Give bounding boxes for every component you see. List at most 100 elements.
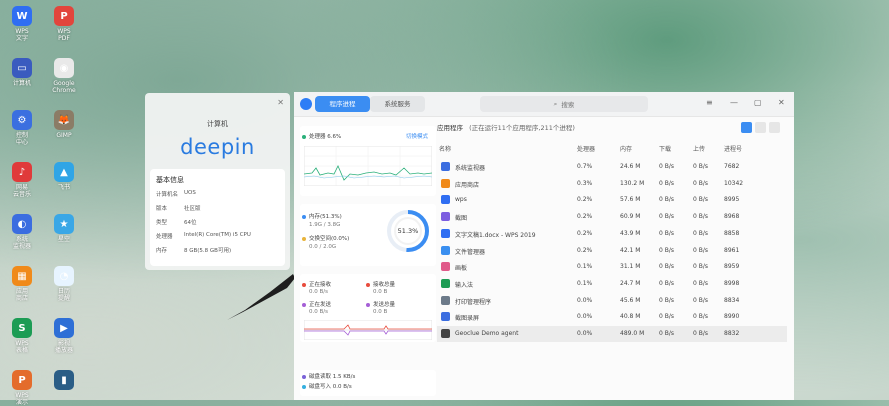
dock-app-icon[interactable]: ◐ 系统 监视器 <box>0 214 45 250</box>
cpu-panel: 处理器 6.6% 切换模式 <box>300 126 436 196</box>
maximize-icon[interactable]: ▢ <box>754 98 762 107</box>
dock-app-icon[interactable]: ▶ 影视 播放器 <box>41 318 87 354</box>
info-key: 类型 <box>156 220 168 226</box>
info-key: 处理器 <box>156 234 173 240</box>
dock-app-icon[interactable]: ▲ 飞书 <box>41 162 87 191</box>
recv-value: 0.0 B/s <box>309 289 328 295</box>
app-icon: S <box>12 318 32 338</box>
table-row[interactable]: 截图 0.2% 60.9 M 0 B/s 0 B/s 8968 <box>437 209 787 225</box>
app-icon: ◉ <box>54 58 74 78</box>
dock-app-icon[interactable]: W WPS 文字 <box>0 6 45 42</box>
process-icon <box>441 178 450 188</box>
table-row[interactable]: 应用商店 0.3% 130.2 M 0 B/s 0 B/s 10342 <box>437 176 787 192</box>
switch-mode-link[interactable]: 切换模式 <box>406 132 428 140</box>
table-row[interactable]: Geoclue Demo agent 0.0% 489.0 M 0 B/s 0 B/s 8… <box>437 326 787 342</box>
dock-app-icon[interactable]: ▭ 计算机 <box>0 58 45 87</box>
cell-cpu: 0.2% <box>577 196 593 204</box>
table-row[interactable]: 输入法 0.1% 24.7 M 0 B/s 0 B/s 8998 <box>437 276 787 292</box>
app-view-icon[interactable] <box>741 122 752 133</box>
app-label: 控制 中心 <box>15 132 28 146</box>
dock-app-icon[interactable]: ★ 星空 <box>41 214 87 243</box>
dock-app-icon[interactable]: ◔ 日历 提醒 <box>41 266 87 302</box>
dock-app-icon[interactable]: ⚙ 控制 中心 <box>0 110 45 146</box>
cell-up: 0 B/s <box>693 313 708 321</box>
cell-name: 文件管理器 <box>455 248 486 256</box>
cell-up: 0 B/s <box>693 196 708 204</box>
cpu-dot <box>302 134 306 139</box>
cell-mem: 130.2 M <box>620 179 645 187</box>
process-heading: 应用程序 (正在运行11个应用程序,211个进程) <box>437 124 575 132</box>
table-row[interactable]: 文字文稿1.docx - WPS 2019 0.2% 43.9 M 0 B/s 0 B/… <box>437 226 787 242</box>
app-label: 日历 提醒 <box>57 288 70 302</box>
cell-up: 0 B/s <box>693 179 708 187</box>
system-monitor-window: 程序进程 系统服务 ⌕ 搜索 ≡ — ▢ ✕ 处理器 6.6% 切换模式 内存(… <box>294 92 794 400</box>
app-label: WPS 文字 <box>15 28 29 42</box>
menu-icon[interactable]: ≡ <box>706 98 713 107</box>
dock-app-icon[interactable]: ▮ <box>41 370 87 392</box>
disk-panel: 磁盘读取 1.5 KB/s 磁盘写入 0.0 B/s <box>300 370 436 396</box>
app-label: 系统 监视器 <box>12 236 31 250</box>
dock-app-icon[interactable]: 🦊 GIMP <box>41 110 87 139</box>
user-view-icon[interactable] <box>755 122 766 133</box>
dock-app-icon[interactable]: S WPS 表格 <box>0 318 45 354</box>
close-icon[interactable]: ✕ <box>277 98 284 107</box>
app-icon: ▦ <box>12 266 32 286</box>
process-icon <box>441 262 450 272</box>
cell-down: 0 B/s <box>659 196 674 204</box>
minimize-icon[interactable]: — <box>730 98 738 107</box>
send-value: 0.0 B/s <box>309 309 328 315</box>
all-process-icon[interactable] <box>769 122 780 133</box>
dock-app-icon[interactable]: ▦ 应用 商店 <box>0 266 45 302</box>
app-label: GIMP <box>56 132 72 139</box>
dock-app-icon[interactable]: P WPS 演示 <box>0 370 45 406</box>
info-row: 版本 社区版 <box>156 204 279 212</box>
app-label: 星空 <box>57 236 70 243</box>
cell-name: 打印管理程序 <box>455 298 492 306</box>
table-row[interactable]: 打印管理程序 0.0% 45.6 M 0 B/s 0 B/s 8834 <box>437 293 787 309</box>
process-icon <box>441 212 450 222</box>
app-icon: ▲ <box>54 162 74 182</box>
info-value: 社区版 <box>184 206 201 212</box>
col-upload[interactable]: 上传 <box>693 144 705 153</box>
info-key: 内存 <box>156 248 168 254</box>
dock-app-icon[interactable]: ♪ 网易 云音乐 <box>0 162 45 198</box>
cell-name: 应用商店 <box>455 181 480 189</box>
process-list-panel: 应用程序 (正在运行11个应用程序,211个进程) 名称 处理器 内存 下载 上… <box>435 120 790 398</box>
col-cpu[interactable]: 处理器 <box>577 144 595 153</box>
close-icon[interactable]: ✕ <box>778 98 785 107</box>
cell-pid: 8832 <box>724 330 740 337</box>
hand-graphic <box>227 274 295 320</box>
col-name[interactable]: 名称 <box>439 144 451 153</box>
app-icon: P <box>54 6 74 26</box>
app-icon: ▶ <box>54 318 74 338</box>
dock-app-icon[interactable]: ◉ Google Chrome <box>41 58 87 94</box>
search-input[interactable]: ⌕ 搜索 <box>480 96 648 112</box>
dock-app-icon[interactable]: P WPS PDF <box>41 6 87 42</box>
total-recv-value: 0.0 B <box>373 289 388 295</box>
cell-mem: 24.6 M <box>620 163 641 170</box>
cell-name: 截图 <box>455 215 468 223</box>
process-icon <box>441 312 450 322</box>
cell-name: 截图录屏 <box>455 315 480 323</box>
cell-pid: 8858 <box>724 229 740 237</box>
cell-mem: 60.9 M <box>620 213 641 221</box>
table-row[interactable]: 截图录屏 0.0% 40.8 M 0 B/s 0 B/s 8990 <box>437 309 787 325</box>
col-pid[interactable]: 进程号 <box>724 144 742 153</box>
total-send-label: 发送总量 <box>366 300 395 308</box>
table-row[interactable]: 文件管理器 0.2% 42.1 M 0 B/s 0 B/s 8961 <box>437 243 787 259</box>
process-icon <box>441 329 450 338</box>
table-row[interactable]: 系统监视器 0.7% 24.6 M 0 B/s 0 B/s 7682 <box>437 159 787 175</box>
tab-processes[interactable]: 程序进程 <box>315 96 370 112</box>
info-value: Intel(R) Core(TM) i5 CPU <box>184 232 251 238</box>
col-memory[interactable]: 内存 <box>620 144 632 153</box>
table-row[interactable]: wps 0.2% 57.6 M 0 B/s 0 B/s 8995 <box>437 192 787 208</box>
app-label: 飞书 <box>57 184 70 191</box>
app-icon: ⚙ <box>12 110 32 130</box>
about-computer-dialog: ✕ 计算机 deepin 基本信息 计算机名 UOS 版本 社区版 类型 64位 处理… <box>145 93 290 270</box>
tab-services[interactable]: 系统服务 <box>370 96 425 112</box>
cell-cpu: 0.0% <box>577 313 593 321</box>
title-bar: 程序进程 系统服务 ⌕ 搜索 ≡ — ▢ ✕ <box>294 92 794 117</box>
table-row[interactable]: 画板 0.1% 31.1 M 0 B/s 0 B/s 8959 <box>437 259 787 275</box>
col-download[interactable]: 下载 <box>659 144 671 153</box>
cell-up: 0 B/s <box>693 279 708 287</box>
